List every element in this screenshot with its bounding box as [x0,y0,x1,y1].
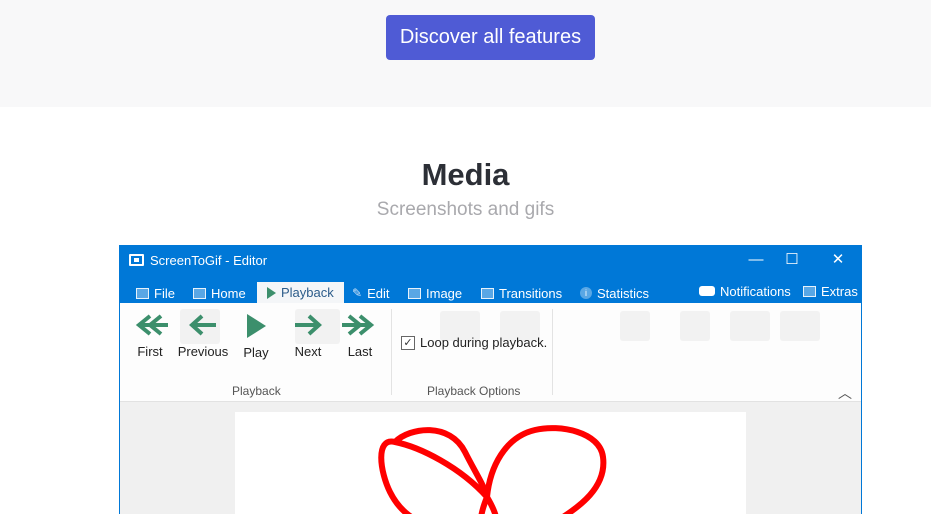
extras-icon [803,285,816,297]
next-frame-label: Next [294,344,322,359]
play-icon [267,286,276,299]
play-icon [247,314,266,338]
next-frame-button[interactable]: Next [283,313,333,359]
tab-file[interactable]: File [136,283,175,303]
notifications-button[interactable]: Notifications [699,281,791,301]
tab-statistics[interactable]: i Statistics [580,283,649,303]
first-frame-icon [135,314,168,336]
image-icon [408,287,421,299]
notification-icon [699,286,715,296]
editor-window-screenshot: ScreenToGif - Editor — ☐ ✕ File Home Pla… [119,245,862,514]
tab-transitions[interactable]: Transitions [481,283,562,303]
play-label: Play [243,345,269,360]
ghost-shape [620,311,650,341]
playback-options-group-label: Playback Options [427,384,521,398]
last-frame-button[interactable]: Last [335,313,385,359]
tab-transitions-label: Transitions [499,285,563,301]
close-button[interactable]: ✕ [825,250,851,270]
ghost-shape [780,311,820,341]
window-title: ScreenToGif - Editor [150,253,268,268]
tab-image-label: Image [426,285,463,301]
ghost-shape [730,311,770,341]
previous-frame-icon [189,314,216,336]
loop-checkbox-label[interactable]: Loop during playback. [420,335,547,350]
pencil-icon: ✎ [352,286,363,300]
ghost-shape [680,311,710,341]
editor-canvas [120,402,861,514]
play-button[interactable]: Play [231,313,281,360]
next-frame-icon [295,314,322,336]
info-icon: i [580,287,592,299]
first-frame-label: First [137,344,163,359]
home-icon [193,287,206,299]
tab-image[interactable]: Image [408,283,462,303]
transitions-icon [481,287,494,299]
save-icon [136,287,149,299]
minimize-button[interactable]: — [743,250,769,270]
tab-statistics-label: Statistics [597,285,650,301]
section-title: Media [421,157,510,192]
section-subtitle: Screenshots and gifs [376,199,555,220]
extras-label: Extras [821,283,858,299]
ribbon: First Previous Play Next Last Playback ✓… [120,303,861,402]
extras-button[interactable]: Extras [803,281,858,301]
collapse-ribbon-icon[interactable]: ︿ [838,383,852,403]
heart-drawing [378,425,607,514]
tab-playback[interactable]: Playback [257,282,344,303]
app-icon [129,254,144,266]
playback-group-label: Playback [232,384,281,398]
maximize-button[interactable]: ☐ [779,250,805,270]
group-separator [552,309,553,395]
tab-edit-label: Edit [367,285,390,301]
window-titlebar: ScreenToGif - Editor — ☐ ✕ File Home Pla… [120,246,861,303]
previous-frame-button[interactable]: Previous [177,313,229,359]
discover-features-button[interactable]: Discover all features [386,15,595,60]
tab-home[interactable]: Home [193,283,246,303]
notifications-label: Notifications [720,283,791,299]
first-frame-button[interactable]: First [125,313,175,359]
previous-frame-label: Previous [177,344,229,359]
tab-playback-label: Playback [281,285,334,300]
last-frame-label: Last [347,344,373,359]
loop-checkbox[interactable]: ✓ [401,336,415,350]
group-separator [391,309,392,395]
tab-edit[interactable]: ✎ Edit [352,283,389,303]
frame-preview [235,412,746,514]
tab-file-label: File [154,285,175,301]
last-frame-icon [342,314,375,336]
tab-home-label: Home [211,285,246,301]
